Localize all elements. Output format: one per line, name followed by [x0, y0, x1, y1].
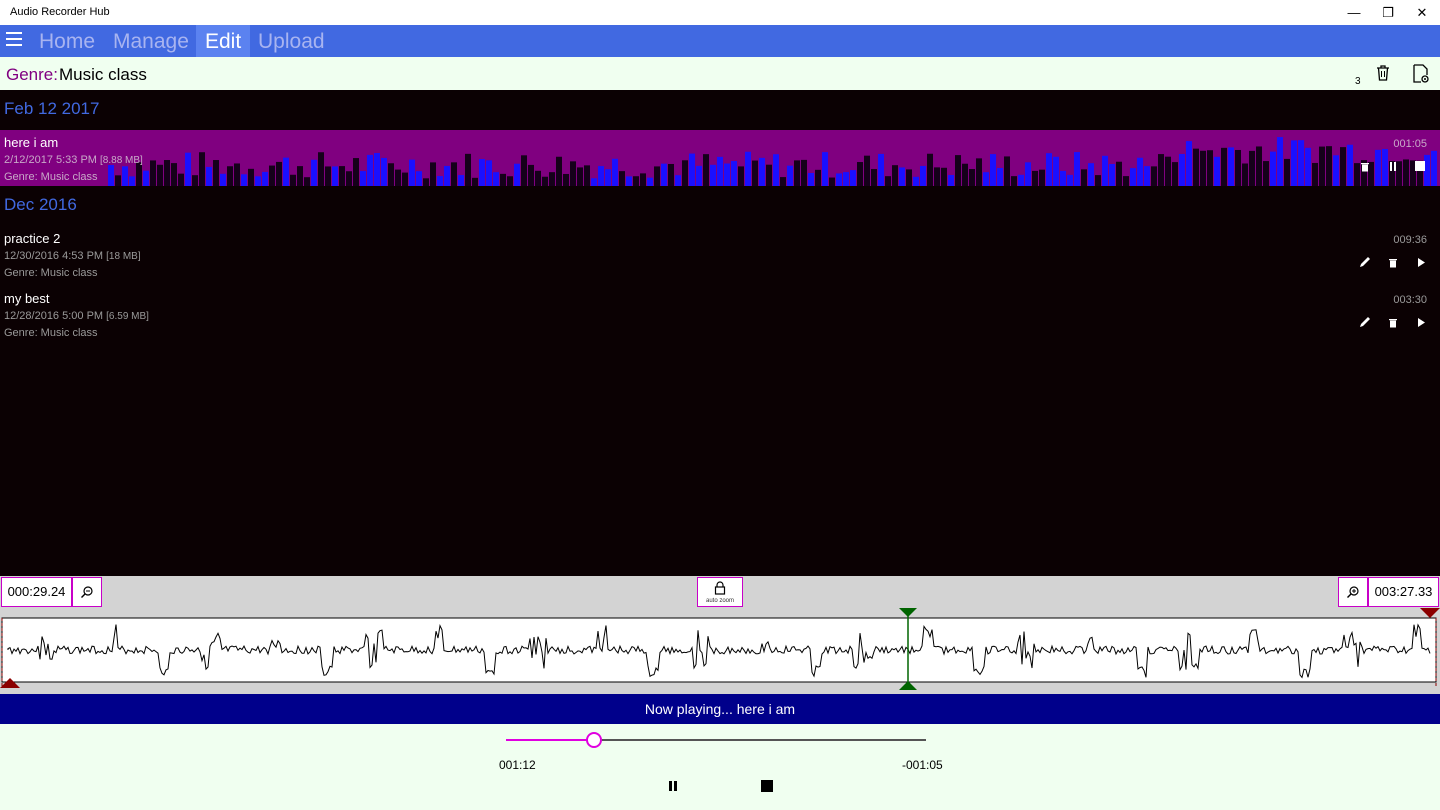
recording-duration: 001:05: [1393, 138, 1427, 150]
genre-value[interactable]: Music class: [59, 65, 147, 85]
waveform-editor[interactable]: [0, 608, 1440, 694]
recording-name: practice 2: [4, 231, 61, 246]
auto-zoom-button[interactable]: auto zoom: [697, 577, 743, 607]
seek-progress: [506, 739, 595, 741]
tab-manage[interactable]: Manage: [104, 25, 198, 57]
audio-visualizer: [108, 137, 1437, 186]
pencil-icon[interactable]: [1357, 254, 1373, 270]
seek-thumb[interactable]: [586, 732, 603, 748]
selection-count: 3: [1355, 76, 1361, 87]
play-icon[interactable]: [1413, 314, 1429, 330]
group-header: Feb 12 2017: [4, 99, 100, 118]
end-time-box[interactable]: 003:27.33: [1368, 577, 1439, 607]
trash-icon[interactable]: [1357, 158, 1373, 174]
minimize-button[interactable]: —: [1337, 0, 1371, 25]
genre-label: Genre:: [6, 65, 58, 84]
maximize-button[interactable]: ❐: [1371, 0, 1405, 25]
hamburger-menu-icon[interactable]: [6, 32, 22, 48]
tab-upload[interactable]: Upload: [249, 25, 334, 57]
group-header: Dec 2016: [4, 195, 77, 214]
stop-icon[interactable]: [757, 776, 777, 796]
now-playing-bar: Now playing... here i am: [0, 694, 1440, 724]
trash-icon[interactable]: [1385, 254, 1401, 270]
zoom-out-icon[interactable]: [72, 577, 102, 607]
list-item-recording[interactable]: here i am 2/12/2017 5:33 PM [8.88 MB] Ge…: [0, 130, 1440, 186]
end-marker-handle[interactable]: [1420, 608, 1440, 618]
list-item-recording[interactable]: practice 2 12/30/2016 4:53 PM [18 MB] Ge…: [0, 226, 1440, 282]
remaining-time: -001:05: [902, 758, 943, 772]
window-title: Audio Recorder Hub: [10, 6, 110, 18]
stop-icon[interactable]: [1412, 158, 1428, 174]
start-time-box[interactable]: 000:29.24: [1, 577, 72, 607]
pencil-icon[interactable]: [1357, 314, 1373, 330]
trash-icon[interactable]: [1385, 314, 1401, 330]
file-settings-icon[interactable]: [1411, 64, 1431, 84]
close-button[interactable]: ✕: [1405, 0, 1439, 25]
recording-genre: Genre: Music class: [4, 171, 98, 183]
recording-name: here i am: [4, 135, 59, 150]
zoom-in-icon[interactable]: [1338, 577, 1368, 607]
recording-genre: Genre: Music class: [4, 327, 98, 339]
recording-name: my best: [4, 291, 50, 306]
recording-list: Feb 12 2017 here i am 2/12/2017 5:33 PM …: [0, 90, 1440, 576]
nav-bar: Home Manage Edit Upload: [0, 25, 1440, 57]
elapsed-time: 001:12: [499, 758, 536, 772]
recording-duration: 009:36: [1393, 234, 1427, 246]
recording-date: 12/30/2016 4:53 PM [18 MB]: [4, 250, 141, 262]
title-bar: Audio Recorder Hub — ❐ ✕: [0, 0, 1440, 25]
auto-zoom-label: auto zoom: [705, 598, 735, 604]
playhead-handle-top[interactable]: [899, 608, 917, 617]
list-item-recording[interactable]: my best 12/28/2016 5:00 PM [6.59 MB] Gen…: [0, 286, 1440, 342]
recording-date: 2/12/2017 5:33 PM [8.88 MB]: [4, 154, 143, 166]
recording-date: 12/28/2016 5:00 PM [6.59 MB]: [4, 310, 149, 322]
recording-genre: Genre: Music class: [4, 267, 98, 279]
trash-icon[interactable]: [1374, 64, 1394, 84]
play-icon[interactable]: [1413, 254, 1429, 270]
recording-duration: 003:30: [1393, 294, 1427, 306]
tab-home[interactable]: Home: [30, 25, 104, 57]
genre-bar: Genre: Music class 3: [0, 57, 1440, 90]
pause-icon[interactable]: [663, 776, 683, 796]
lock-icon: [714, 581, 726, 595]
pause-icon[interactable]: [1385, 158, 1401, 174]
tab-edit[interactable]: Edit: [196, 25, 251, 57]
player-panel: 001:12 -001:05: [0, 724, 1440, 810]
seek-slider[interactable]: [506, 732, 926, 748]
